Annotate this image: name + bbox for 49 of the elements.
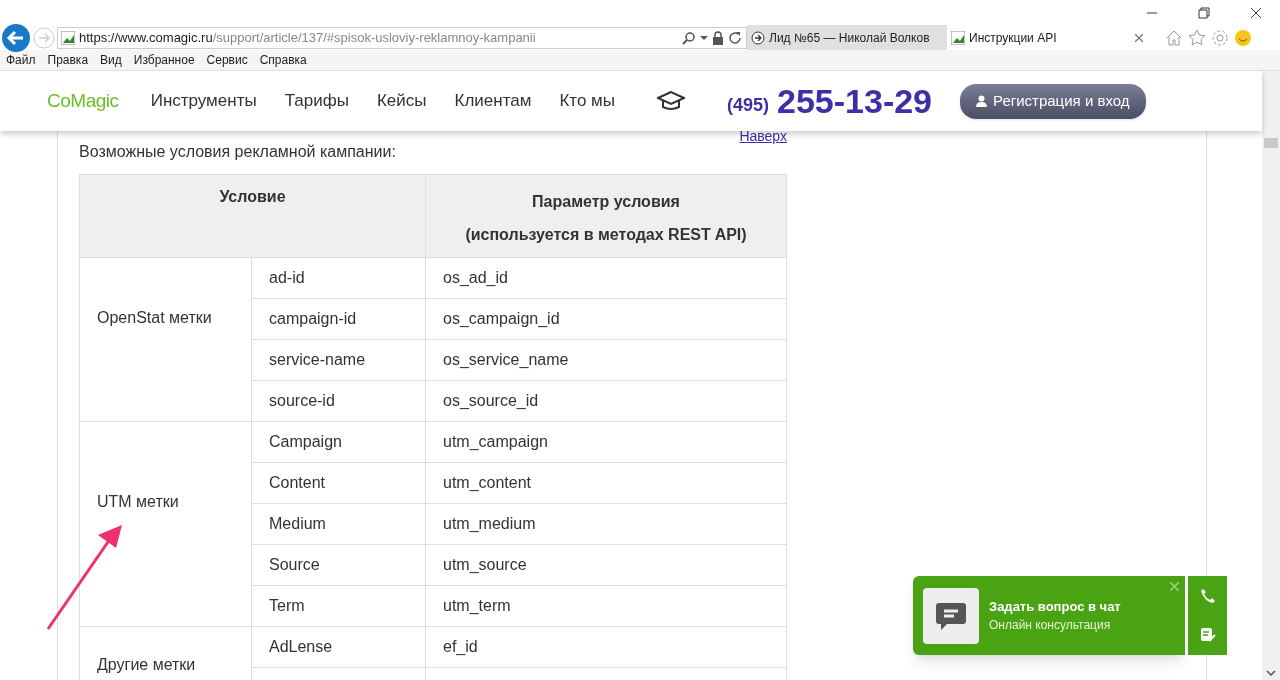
phone-number: 255-13-29 — [777, 80, 933, 122]
menu-item[interactable]: Избранное — [133, 51, 195, 69]
menu-item[interactable]: Справка — [259, 51, 307, 69]
table-cell: utm_source — [443, 556, 527, 573]
table-cell: UTM метки — [97, 493, 179, 510]
table-cell: Term — [269, 597, 305, 614]
nav-link[interactable]: Инструменты — [150, 88, 257, 114]
nav-link[interactable]: Кейсы — [376, 88, 427, 114]
column-header: (используется в методах REST API) — [464, 225, 748, 245]
chat-title: Задать вопрос в чат — [989, 597, 1121, 616]
nav-link[interactable]: Кто мы — [559, 88, 615, 114]
table-cell: utm_campaign — [443, 433, 548, 450]
top-link[interactable]: Наверх — [739, 129, 787, 143]
table-cell: Source — [269, 556, 320, 573]
table-cell: ef_id — [443, 638, 478, 655]
table-cell: utm_content — [443, 474, 532, 491]
table-cell: Campaign — [269, 433, 342, 450]
table-cell: campaign-id — [269, 310, 357, 327]
column-header: Условие — [79, 174, 426, 258]
menu-item[interactable]: Правка — [47, 51, 89, 69]
address-bar[interactable]: https://www.comagic.ru/support/article/137/#spisok-usloviy-reklamnoy-kampanii — [57, 26, 747, 49]
table-cell: os_campaign_id — [443, 310, 560, 327]
phone-code: (495) — [727, 93, 769, 117]
table-cell: os_service_name — [443, 351, 569, 368]
nav-link[interactable]: Тарифы — [284, 88, 349, 114]
table-cell: OpenStat метки — [97, 308, 212, 326]
table-cell: Medium — [269, 515, 326, 532]
table-cell: service-name — [269, 351, 366, 368]
column-header: Параметр условия — [531, 192, 681, 212]
table-cell: os_source_id — [443, 392, 539, 409]
chat-subtitle: Онлайн консультация — [989, 617, 1112, 635]
login-button[interactable]: Регистрация и вход — [960, 83, 1146, 119]
table-cell: utm_medium — [443, 515, 536, 532]
table-cell: utm_term — [443, 597, 511, 614]
tab-title: Лид №65 — Николай Волков — [769, 29, 931, 47]
table-cell: AdLense — [269, 638, 333, 655]
menu-item[interactable]: Сервис — [206, 51, 248, 69]
table-cell: Content — [269, 474, 326, 491]
table-cell: os_ad_id — [443, 269, 508, 286]
browser-tab[interactable]: Лид №65 — Николай Волков — [747, 25, 947, 50]
menu-item[interactable]: Файл — [6, 51, 36, 69]
nav-link[interactable]: Клиентам — [454, 88, 532, 114]
table-cell: source-id — [269, 392, 335, 409]
table-cell: Другие метки — [97, 656, 196, 673]
tab-title: Инструкции API — [969, 29, 1058, 47]
url-text: https://www.comagic.ru/support/article/137/#spisok-usloviy-reklamnoy-kampanii — [79, 28, 536, 47]
table-caption: Возможные условия рекламной кампании: — [79, 143, 397, 161]
table-cell: ad-id — [269, 269, 305, 286]
menu-item[interactable]: Вид — [100, 51, 122, 69]
